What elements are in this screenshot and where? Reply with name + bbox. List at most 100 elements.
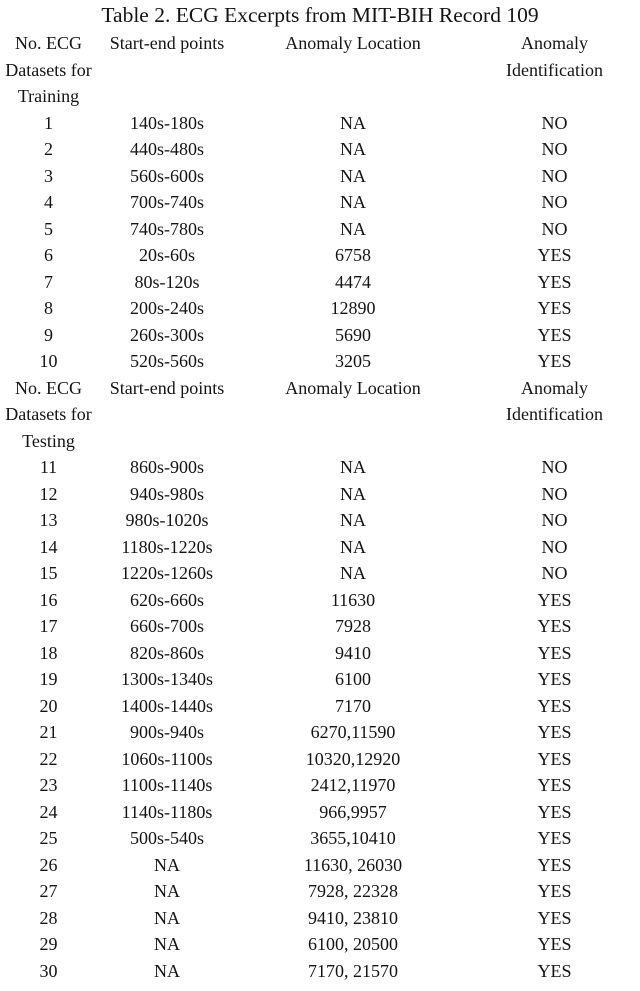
cell-no: 22 bbox=[39, 748, 58, 769]
page-root: Table 2. ECG Excerpts from MIT-BIH Recor… bbox=[0, 0, 640, 991]
cell-anomaly-identification: NO bbox=[541, 457, 568, 477]
cell-no: 4 bbox=[44, 192, 53, 212]
cell-no: 20 bbox=[39, 695, 58, 716]
cell-start-end-points: 500s-540s bbox=[129, 828, 204, 848]
column-header-no: No. ECG bbox=[15, 377, 82, 398]
cell-no: 1 bbox=[44, 112, 53, 133]
table-header-row: No. ECG Start-end points Anomaly Location A… bbox=[0, 375, 640, 402]
cell-start-end-points: 1300s-1340s bbox=[120, 669, 213, 689]
table-row: 18 820s-860s 9410 YES bbox=[0, 640, 640, 667]
cell-no: 18 bbox=[39, 642, 58, 663]
cell-anomaly-identification: YES bbox=[537, 748, 572, 769]
cell-start-end-points: 700s-740s bbox=[129, 192, 204, 212]
ecg-excerpts-table: No. ECG Start-end points Anomaly Location A… bbox=[0, 30, 640, 984]
table-row: 30 NA 7170, 21570 YES bbox=[0, 958, 640, 985]
cell-anomaly-identification: NO bbox=[541, 112, 568, 133]
cell-anomaly-identification: YES bbox=[537, 669, 572, 689]
cell-anomaly-location: 6270,11590 bbox=[310, 722, 396, 742]
cell-no: 15 bbox=[39, 563, 58, 583]
cell-start-end-points: 1100s-1140s bbox=[121, 775, 213, 795]
table-row: 19 1300s-1340s 6100 YES bbox=[0, 666, 640, 693]
cell-anomaly-location: NA bbox=[340, 112, 366, 133]
cell-start-end-points: 260s-300s bbox=[129, 324, 204, 345]
table-row: 17 660s-700s 7928 YES bbox=[0, 613, 640, 640]
table-row: 28 NA 9410, 23810 YES bbox=[0, 905, 640, 932]
cell-anomaly-location: 7928 bbox=[335, 616, 371, 636]
table-row: 15 1220s-1260s NA NO bbox=[0, 560, 640, 587]
table-row: 7 80s-120s 4474 YES bbox=[0, 269, 640, 296]
cell-anomaly-identification: YES bbox=[537, 589, 572, 610]
cell-anomaly-identification: NO bbox=[541, 536, 568, 557]
cell-anomaly-location: 9410, 23810 bbox=[308, 907, 398, 928]
cell-anomaly-identification: NO bbox=[541, 483, 568, 504]
column-header-no-line2: Datasets for bbox=[5, 59, 92, 80]
cell-start-end-points: 820s-860s bbox=[129, 642, 204, 663]
cell-no: 28 bbox=[39, 907, 58, 928]
table-row: 5 740s-780s NA NO bbox=[0, 216, 640, 243]
cell-start-end-points: 660s-700s bbox=[129, 616, 204, 636]
cell-no: 13 bbox=[39, 510, 58, 530]
table-row: 12 940s-980s NA NO bbox=[0, 481, 640, 508]
table-row: 11 860s-900s NA NO bbox=[0, 454, 640, 481]
table-row: 1 140s-180s NA NO bbox=[0, 110, 640, 137]
cell-anomaly-identification: YES bbox=[537, 907, 572, 928]
cell-no: 25 bbox=[39, 828, 58, 848]
cell-anomaly-location: 7170 bbox=[335, 695, 371, 716]
column-header-anomaly-identification: Anomaly bbox=[521, 33, 588, 53]
column-header-start-end: Start-end points bbox=[109, 377, 225, 398]
table-row: 6 20s-60s 6758 YES bbox=[0, 242, 640, 269]
cell-anomaly-location: NA bbox=[340, 536, 366, 557]
table-section-label-row: Training bbox=[0, 83, 640, 110]
table-section-label-row: Testing bbox=[0, 428, 640, 455]
section-label: Training bbox=[17, 86, 80, 106]
table-row: 10 520s-560s 3205 YES bbox=[0, 348, 640, 375]
cell-anomaly-identification: YES bbox=[537, 324, 572, 345]
cell-no: 9 bbox=[44, 324, 53, 345]
table-row: 8 200s-240s 12890 YES bbox=[0, 295, 640, 322]
column-header-spacer bbox=[237, 428, 469, 455]
cell-anomaly-location: NA bbox=[340, 483, 366, 504]
cell-anomaly-location: 4474 bbox=[335, 271, 371, 292]
table-header-row: Datasets for Identification bbox=[0, 401, 640, 428]
table-row: 16 620s-660s 11630 YES bbox=[0, 587, 640, 614]
cell-anomaly-identification: YES bbox=[537, 722, 572, 742]
table-row: 14 1180s-1220s NA NO bbox=[0, 534, 640, 561]
cell-no: 12 bbox=[39, 483, 58, 504]
cell-anomaly-location: NA bbox=[340, 192, 366, 212]
table-row: 4 700s-740s NA NO bbox=[0, 189, 640, 216]
cell-anomaly-identification: YES bbox=[537, 854, 572, 875]
cell-anomaly-identification: YES bbox=[537, 298, 572, 318]
cell-anomaly-identification: YES bbox=[537, 245, 572, 265]
cell-no: 23 bbox=[39, 775, 58, 795]
cell-anomaly-location: NA bbox=[340, 457, 366, 477]
table-row: 20 1400s-1440s 7170 YES bbox=[0, 693, 640, 720]
cell-anomaly-identification: YES bbox=[537, 881, 572, 901]
cell-no: 26 bbox=[39, 854, 58, 875]
cell-start-end-points: 200s-240s bbox=[129, 298, 204, 318]
table-row: 24 1140s-1180s 966,9957 YES bbox=[0, 799, 640, 826]
cell-start-end-points: NA bbox=[154, 907, 180, 928]
cell-anomaly-location: NA bbox=[340, 218, 366, 239]
cell-start-end-points: 860s-900s bbox=[129, 457, 204, 477]
cell-start-end-points: 1140s-1180s bbox=[121, 801, 213, 822]
column-header-start-end: Start-end points bbox=[109, 33, 225, 53]
cell-anomaly-identification: NO bbox=[541, 510, 568, 530]
cell-start-end-points: 620s-660s bbox=[129, 589, 204, 610]
column-header-anomaly-identification: Anomaly bbox=[521, 377, 588, 398]
cell-no: 5 bbox=[44, 218, 53, 239]
cell-anomaly-identification: YES bbox=[537, 934, 572, 954]
cell-anomaly-identification: YES bbox=[537, 828, 572, 848]
cell-start-end-points: NA bbox=[154, 881, 180, 901]
cell-anomaly-location: 11630, 26030 bbox=[303, 854, 403, 875]
table-row: 21 900s-940s 6270,11590 YES bbox=[0, 719, 640, 746]
cell-anomaly-location: 10320,12920 bbox=[305, 748, 401, 769]
cell-anomaly-identification: YES bbox=[537, 695, 572, 716]
cell-anomaly-location: 6100 bbox=[335, 669, 371, 689]
cell-start-end-points: 140s-180s bbox=[129, 112, 204, 133]
cell-anomaly-identification: NO bbox=[541, 218, 568, 239]
cell-anomaly-location: 7928, 22328 bbox=[308, 881, 398, 901]
cell-anomaly-identification: NO bbox=[541, 192, 568, 212]
cell-no: 7 bbox=[44, 271, 53, 292]
cell-start-end-points: 80s-120s bbox=[134, 271, 200, 292]
cell-no: 27 bbox=[39, 881, 58, 901]
